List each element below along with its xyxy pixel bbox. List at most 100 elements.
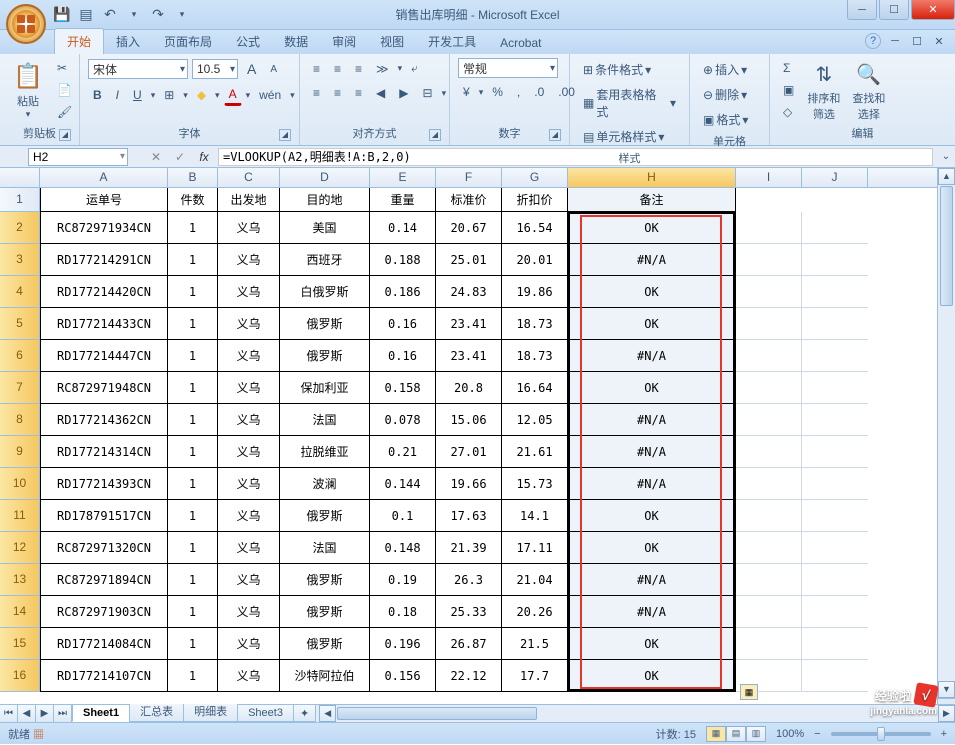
cell[interactable]: 保加利亚 xyxy=(280,372,370,404)
ribbon-tab-5[interactable]: 审阅 xyxy=(320,29,368,54)
align-dialog[interactable]: ◢ xyxy=(429,129,441,141)
cell[interactable] xyxy=(736,372,802,404)
cell[interactable] xyxy=(736,468,802,500)
cell[interactable]: OK xyxy=(568,660,736,692)
cell[interactable]: OK xyxy=(568,212,736,244)
zoom-level[interactable]: 100% xyxy=(776,728,804,740)
cell[interactable] xyxy=(802,340,868,372)
clipboard-dialog[interactable]: ◢ xyxy=(59,129,71,141)
sort-filter-button[interactable]: ⇅ 排序和 筛选 xyxy=(803,56,844,124)
number-format-combo[interactable]: 常规 xyxy=(458,58,558,78)
zoom-thumb[interactable] xyxy=(877,727,885,741)
qat-save-icon[interactable]: 💾 xyxy=(54,7,70,23)
cell[interactable]: 美国 xyxy=(280,212,370,244)
formula-bar-expand[interactable]: ⌄ xyxy=(937,151,955,162)
font-color-button[interactable]: A xyxy=(224,84,242,106)
row-header-5[interactable]: 5 xyxy=(0,308,40,340)
row-header-9[interactable]: 9 xyxy=(0,436,40,468)
cell[interactable]: 义乌 xyxy=(218,532,280,564)
cell[interactable]: 1 xyxy=(168,468,218,500)
cell[interactable]: 1 xyxy=(168,308,218,340)
col-header-G[interactable]: G xyxy=(502,168,568,187)
cell[interactable]: 备注 xyxy=(568,188,736,212)
row-header-11[interactable]: 11 xyxy=(0,500,40,532)
cell[interactable]: OK xyxy=(568,308,736,340)
cell[interactable]: OK xyxy=(568,628,736,660)
cell[interactable]: 1 xyxy=(168,596,218,628)
view-page-break-button[interactable]: ▥ xyxy=(746,726,766,742)
cell[interactable]: 21.5 xyxy=(502,628,568,660)
zoom-in-button[interactable]: + xyxy=(941,728,947,740)
phonetic-button[interactable]: wén xyxy=(254,85,286,105)
cell[interactable]: 26.87 xyxy=(436,628,502,660)
cell[interactable]: 21.39 xyxy=(436,532,502,564)
cell[interactable]: 义乌 xyxy=(218,660,280,692)
office-button[interactable] xyxy=(6,4,46,44)
cell[interactable]: 俄罗斯 xyxy=(280,596,370,628)
cell[interactable]: 1 xyxy=(168,340,218,372)
cell[interactable]: 标准价 xyxy=(436,188,502,212)
cell[interactable]: 21.04 xyxy=(502,564,568,596)
cell[interactable]: 义乌 xyxy=(218,500,280,532)
cell[interactable] xyxy=(802,500,868,532)
align-middle-button[interactable]: ≡ xyxy=(329,59,346,79)
cell[interactable] xyxy=(802,596,868,628)
cell[interactable]: 1 xyxy=(168,564,218,596)
cell[interactable]: 19.66 xyxy=(436,468,502,500)
merge-button[interactable]: ⊟ xyxy=(418,83,438,103)
cell[interactable]: 24.83 xyxy=(436,276,502,308)
cell[interactable]: RD177214433CN xyxy=(40,308,168,340)
row-header-2[interactable]: 2 xyxy=(0,212,40,244)
cell[interactable]: 0.14 xyxy=(370,212,436,244)
cell[interactable]: OK xyxy=(568,532,736,564)
increase-indent-button[interactable]: ▶ xyxy=(394,83,413,103)
cell[interactable] xyxy=(736,500,802,532)
cell[interactable]: 1 xyxy=(168,628,218,660)
cell[interactable]: 1 xyxy=(168,212,218,244)
ribbon-tab-3[interactable]: 公式 xyxy=(224,29,272,54)
row-header-10[interactable]: 10 xyxy=(0,468,40,500)
cell[interactable] xyxy=(736,532,802,564)
cell[interactable]: 0.16 xyxy=(370,340,436,372)
cell[interactable]: 23.41 xyxy=(436,308,502,340)
cell[interactable] xyxy=(802,436,868,468)
horizontal-scrollbar[interactable]: ◀ ▶ xyxy=(319,705,955,722)
cell[interactable]: 1 xyxy=(168,404,218,436)
cell[interactable]: 重量 xyxy=(370,188,436,212)
cell[interactable] xyxy=(736,308,802,340)
scroll-down-arrow[interactable]: ▼ xyxy=(938,681,955,698)
cell[interactable]: 折扣价 xyxy=(502,188,568,212)
delete-cells-button[interactable]: ⊖ 删除 ▾ xyxy=(698,83,761,106)
tab-nav-next[interactable]: ▶ xyxy=(36,705,54,722)
view-normal-button[interactable]: ▦ xyxy=(706,726,726,742)
qat-redo-icon[interactable]: ↷ xyxy=(150,7,166,23)
row-header-3[interactable]: 3 xyxy=(0,244,40,276)
cell[interactable]: 俄罗斯 xyxy=(280,308,370,340)
currency-button[interactable]: ¥ xyxy=(458,82,475,102)
cell[interactable]: 俄罗斯 xyxy=(280,564,370,596)
fx-icon[interactable]: fx xyxy=(196,150,212,164)
ribbon-tab-8[interactable]: Acrobat xyxy=(488,32,553,54)
ribbon-restore-window[interactable]: ☐ xyxy=(909,33,925,49)
cell[interactable]: RD177214447CN xyxy=(40,340,168,372)
scroll-left-arrow[interactable]: ◀ xyxy=(319,705,336,722)
cell[interactable] xyxy=(736,628,802,660)
grow-font-button[interactable]: A xyxy=(242,58,261,80)
cell[interactable] xyxy=(802,468,868,500)
cell[interactable]: 0.19 xyxy=(370,564,436,596)
cell[interactable]: 17.11 xyxy=(502,532,568,564)
sheet-tab-汇总表[interactable]: 汇总表 xyxy=(129,701,184,722)
cell[interactable]: 义乌 xyxy=(218,564,280,596)
cell[interactable]: 义乌 xyxy=(218,212,280,244)
cell[interactable]: 1 xyxy=(168,372,218,404)
cell[interactable]: 义乌 xyxy=(218,340,280,372)
number-dialog[interactable]: ◢ xyxy=(549,129,561,141)
cell[interactable]: RD177214107CN xyxy=(40,660,168,692)
col-header-H[interactable]: H xyxy=(568,168,736,187)
col-header-E[interactable]: E xyxy=(370,168,436,187)
cell[interactable]: 0.156 xyxy=(370,660,436,692)
cell[interactable] xyxy=(736,436,802,468)
cell-styles-button[interactable]: ▤ 单元格样式 ▾ xyxy=(578,125,681,148)
cell[interactable]: 0.188 xyxy=(370,244,436,276)
underline-button[interactable]: U xyxy=(128,85,147,105)
